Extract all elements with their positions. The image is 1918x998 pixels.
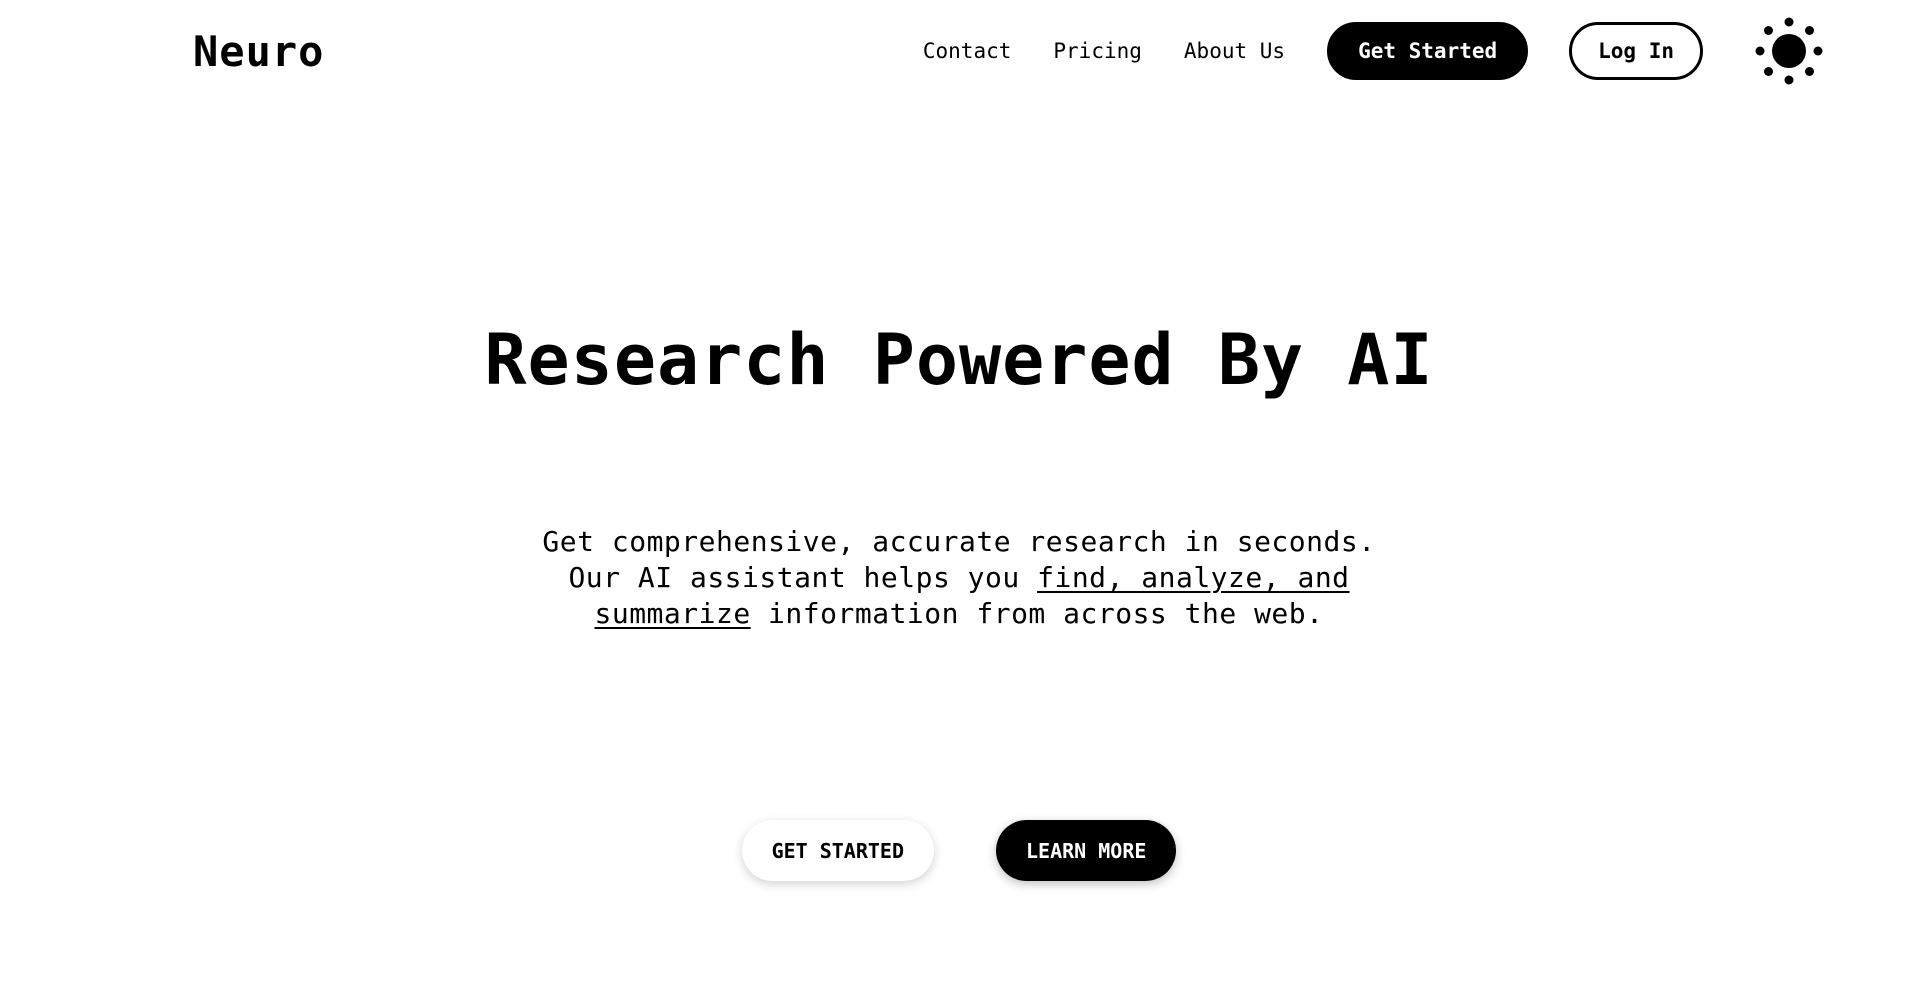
hero-subtitle: Get comprehensive, accurate research in …: [519, 524, 1399, 632]
theme-toggle-button[interactable]: [1755, 17, 1823, 85]
nav-link-contact[interactable]: Contact: [923, 39, 1012, 63]
brand-logo[interactable]: Neuro: [193, 26, 324, 78]
hero-learn-more-button[interactable]: LEARN MORE: [996, 820, 1177, 881]
main-nav: Contact Pricing About Us Get Started Log…: [923, 17, 1823, 85]
landing-page: Neuro Contact Pricing About Us Get Start…: [0, 0, 1918, 998]
nav-link-pricing[interactable]: Pricing: [1053, 39, 1142, 63]
nav-link-about[interactable]: About Us: [1184, 39, 1285, 63]
hero-title: Research Powered By AI: [484, 319, 1434, 401]
hero-subtitle-text-end: information from across the web.: [750, 597, 1324, 630]
header-log-in-button[interactable]: Log In: [1569, 22, 1703, 80]
header-get-started-button[interactable]: Get Started: [1327, 22, 1529, 80]
hero-get-started-button[interactable]: GET STARTED: [741, 820, 935, 881]
cta-row: GET STARTED LEARN MORE: [0, 820, 1918, 881]
sun-icon: [1755, 17, 1823, 85]
